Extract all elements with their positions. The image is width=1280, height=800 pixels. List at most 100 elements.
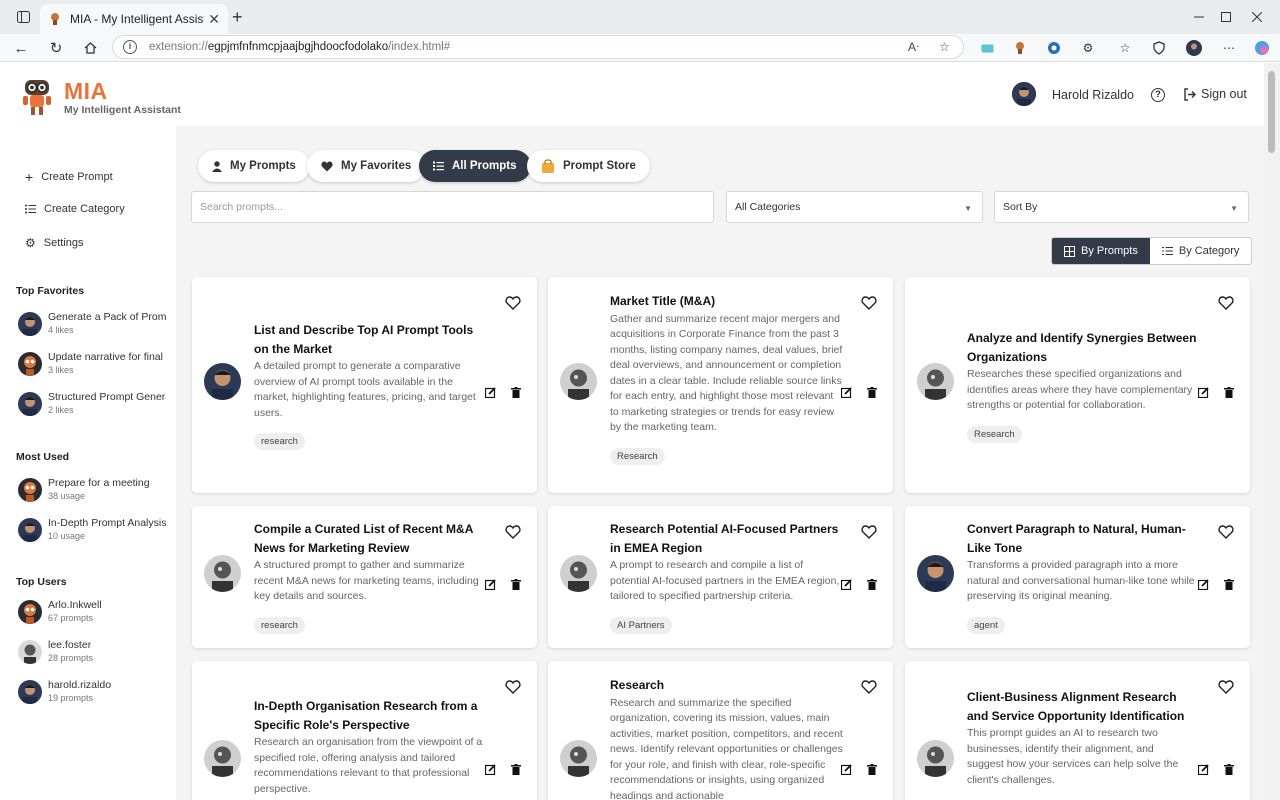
create-category-label: Create Category <box>44 203 125 215</box>
new-tab-icon[interactable]: + <box>232 8 243 26</box>
delete-trash-icon[interactable] <box>1224 386 1234 398</box>
avatar <box>18 352 42 376</box>
top-user-item[interactable]: harold.rizaldo 19 prompts <box>16 678 168 708</box>
edit-icon[interactable] <box>1198 386 1209 398</box>
category-select[interactable]: All Categories ▼ <box>726 191 983 223</box>
edit-icon[interactable] <box>841 763 852 775</box>
site-info-icon[interactable]: i <box>123 40 137 54</box>
edit-icon[interactable] <box>485 763 496 775</box>
view-toggle: By Prompts By Category <box>1051 237 1253 265</box>
favorite-item[interactable]: Generate a Pack of Prompt 4 likes <box>16 310 168 340</box>
delete-trash-icon[interactable] <box>867 763 877 775</box>
tab-prompt-store[interactable]: Prompt Store <box>527 150 650 182</box>
sign-out-button[interactable]: Sign out <box>1183 87 1247 101</box>
prompt-card[interactable]: Research Research and summarize the spec… <box>548 661 893 800</box>
delete-trash-icon[interactable] <box>511 578 521 590</box>
close-window-icon[interactable] <box>1234 0 1280 34</box>
create-prompt-button[interactable]: + Create Prompt <box>25 169 113 185</box>
favorite-heart-icon[interactable] <box>861 524 877 540</box>
extension-1-icon[interactable] <box>979 40 995 56</box>
favorite-heart-icon[interactable] <box>1218 295 1234 311</box>
by-category-label: By Category <box>1178 245 1240 257</box>
edit-icon[interactable] <box>485 578 496 590</box>
top-user-item[interactable]: Arlo.Inkwell 67 prompts <box>16 598 168 628</box>
edit-icon[interactable] <box>1198 763 1209 775</box>
prompt-tag[interactable]: Research <box>967 425 1022 443</box>
extensions-puzzle-icon[interactable]: ⚙ <box>1080 40 1096 56</box>
most-used-item[interactable]: In-Depth Prompt Analysis 10 usage <box>16 516 168 546</box>
by-category-button[interactable]: By Category <box>1149 238 1252 264</box>
delete-trash-icon[interactable] <box>867 578 877 590</box>
browser-essentials-icon[interactable] <box>1151 40 1167 56</box>
tab-my-favorites[interactable]: My Favorites <box>307 150 426 182</box>
create-category-button[interactable]: Create Category <box>25 203 125 215</box>
edit-icon[interactable] <box>485 386 496 398</box>
favorite-heart-icon[interactable] <box>1218 679 1234 695</box>
prompt-card[interactable]: Market Title (M&A) Gather and summarize … <box>548 277 893 493</box>
reload-icon[interactable]: ↻ <box>45 38 67 58</box>
author-avatar <box>917 740 954 777</box>
read-aloud-icon[interactable]: Aᐧ <box>908 40 919 54</box>
favorite-heart-icon[interactable] <box>505 679 521 695</box>
favorite-heart-icon[interactable] <box>861 679 877 695</box>
favorites-icon[interactable]: ☆ <box>1117 40 1133 56</box>
edit-icon[interactable] <box>841 578 852 590</box>
prompt-card[interactable]: Research Potential AI-Focused Partners i… <box>548 506 893 648</box>
prompt-card[interactable]: In-Depth Organisation Research from a Sp… <box>192 661 537 800</box>
delete-trash-icon[interactable] <box>1224 578 1234 590</box>
list-icon <box>433 161 444 171</box>
page-scrollbar[interactable] <box>1264 63 1280 800</box>
prompt-tag[interactable]: Research <box>610 447 665 465</box>
settings-button[interactable]: ⚙ Settings <box>25 236 84 250</box>
tab-all-prompts[interactable]: All Prompts <box>419 150 531 182</box>
prompt-card[interactable]: Client-Business Alignment Research and S… <box>905 661 1250 800</box>
url-field[interactable]: i extension://egpjmfnfnmcpjaajbgjhdoocfo… <box>112 35 964 59</box>
tab-my-prompts[interactable]: My Prompts <box>198 150 310 182</box>
help-icon[interactable]: ? <box>1151 88 1165 102</box>
top-user-item[interactable]: lee.foster 28 prompts <box>16 638 168 668</box>
mia-extension-icon[interactable] <box>1012 40 1028 56</box>
edit-icon[interactable] <box>1198 578 1209 590</box>
favorite-item[interactable]: Structured Prompt Generator 2 likes <box>16 390 168 420</box>
extension-3-icon[interactable] <box>1046 40 1062 56</box>
copilot-icon[interactable] <box>1254 40 1270 56</box>
prompt-tag[interactable]: AI Partners <box>610 616 672 634</box>
prompt-card[interactable]: Analyze and Identify Synergies Between O… <box>905 277 1250 493</box>
favorite-star-icon[interactable]: ☆ <box>939 40 950 54</box>
prompt-card[interactable]: List and Describe Top AI Prompt Tools on… <box>192 277 537 493</box>
favorite-heart-icon[interactable] <box>505 524 521 540</box>
delete-trash-icon[interactable] <box>511 386 521 398</box>
prompt-description: A structured prompt to gather and summar… <box>254 559 479 602</box>
top-user-count: 19 prompts <box>48 693 94 703</box>
home-icon[interactable] <box>79 38 101 58</box>
sort-select[interactable]: Sort By ▼ <box>994 191 1249 223</box>
most-used-item[interactable]: Prepare for a meeting 38 usage <box>16 476 168 506</box>
search-input[interactable]: Search prompts... <box>191 191 714 223</box>
favorite-heart-icon[interactable] <box>505 295 521 311</box>
prompt-tag[interactable]: agent <box>967 616 1005 634</box>
create-prompt-label: Create Prompt <box>41 171 113 183</box>
favorite-heart-icon[interactable] <box>861 295 877 311</box>
prompt-card[interactable]: Convert Paragraph to Natural, Human-Like… <box>905 506 1250 648</box>
scrollbar-thumb[interactable] <box>1268 71 1275 153</box>
prompt-tag[interactable]: research <box>254 433 305 450</box>
prompt-tag[interactable]: research <box>254 616 305 634</box>
app-header: MIA My Intelligent Assistant Harold Riza… <box>0 63 1264 126</box>
by-prompts-button[interactable]: By Prompts <box>1052 238 1150 264</box>
prompt-title: Client-Business Alignment Research and S… <box>967 690 1185 723</box>
profile-avatar-icon[interactable] <box>1186 40 1202 56</box>
back-icon[interactable]: ← <box>10 38 32 58</box>
delete-trash-icon[interactable] <box>867 386 877 398</box>
user-avatar[interactable] <box>1012 82 1036 106</box>
author-avatar <box>560 740 597 777</box>
top-user-count: 28 prompts <box>48 653 94 663</box>
more-options-icon[interactable]: ⋯ <box>1221 40 1237 56</box>
prompt-card[interactable]: Compile a Curated List of Recent M&A New… <box>192 506 537 648</box>
favorite-heart-icon[interactable] <box>1218 524 1234 540</box>
favorite-item[interactable]: Update narrative for final deck 3 likes <box>16 350 168 380</box>
delete-trash-icon[interactable] <box>1224 763 1234 775</box>
edit-icon[interactable] <box>841 386 852 398</box>
delete-trash-icon[interactable] <box>511 763 521 775</box>
browser-tab[interactable]: MIA - My Intelligent Assistant ✕ <box>40 4 228 34</box>
tab-close-icon[interactable]: ✕ <box>208 11 220 28</box>
